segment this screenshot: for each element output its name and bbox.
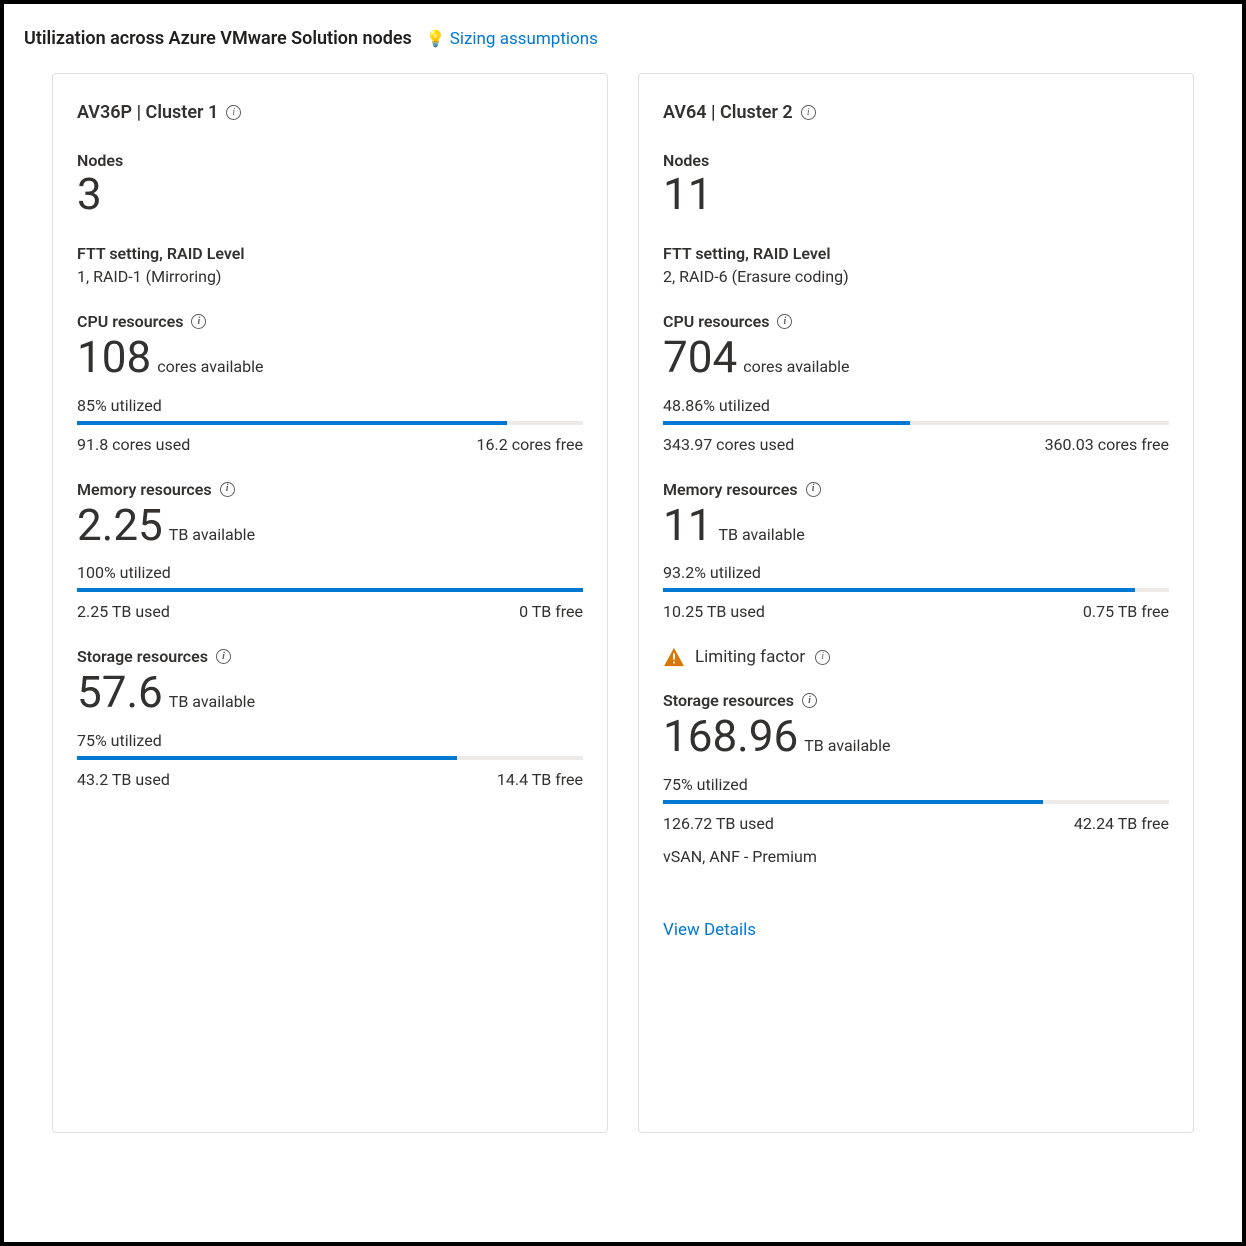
page-header: Utilization across Azure VMware Solution… [24, 28, 1222, 49]
cpu-unit: cores available [157, 357, 263, 376]
cpu-progress-fill [663, 421, 910, 425]
storage-free: 14.4 TB free [497, 770, 583, 789]
cpu-progress-fill [77, 421, 507, 425]
cluster-title: AV64 | Cluster 2 [663, 102, 793, 123]
ftt-value: 2, RAID-6 (Erasure coding) [663, 267, 1169, 286]
memory-free: 0 TB free [519, 602, 583, 621]
storage-progress-bar [663, 800, 1169, 804]
warning-icon [663, 647, 685, 667]
cluster-card-1: AV36P | Cluster 1 i Nodes 3 FTT setting,… [52, 73, 608, 1133]
memory-utilized: 100% utilized [77, 563, 583, 582]
cluster-title: AV36P | Cluster 1 [77, 102, 218, 123]
storage-progress-bar [77, 756, 583, 760]
view-details-link[interactable]: View Details [663, 920, 756, 940]
cpu-utilized: 85% utilized [77, 396, 583, 415]
sizing-assumptions-link[interactable]: Sizing assumptions [450, 29, 598, 49]
cpu-value: 108 [77, 333, 151, 381]
cpu-value: 704 [663, 333, 737, 381]
storage-progress-fill [77, 756, 457, 760]
storage-unit: TB available [804, 736, 890, 755]
info-icon[interactable]: i [226, 105, 241, 120]
limiting-factor-label: Limiting factor [695, 647, 805, 667]
cpu-used: 91.8 cores used [77, 435, 190, 454]
storage-progress-fill [663, 800, 1043, 804]
storage-utilized: 75% utilized [77, 731, 583, 750]
memory-progress-bar [663, 588, 1169, 592]
memory-unit: TB available [718, 525, 804, 544]
ftt-label: FTT setting, RAID Level [77, 244, 583, 263]
page-title: Utilization across Azure VMware Solution… [24, 28, 412, 49]
memory-used: 2.25 TB used [77, 602, 170, 621]
cpu-label: CPU resources [663, 312, 769, 331]
storage-free: 42.24 TB free [1074, 814, 1169, 833]
lightbulb-icon: 💡 [426, 29, 446, 48]
cpu-utilized: 48.86% utilized [663, 396, 1169, 415]
cpu-free: 360.03 cores free [1045, 435, 1169, 454]
memory-label: Memory resources [77, 480, 212, 499]
storage-note: vSAN, ANF - Premium [663, 847, 1169, 866]
info-icon[interactable]: i [191, 314, 206, 329]
storage-value: 57.6 [77, 668, 163, 716]
cpu-label: CPU resources [77, 312, 183, 331]
cpu-unit: cores available [743, 357, 849, 376]
ftt-label: FTT setting, RAID Level [663, 244, 1169, 263]
memory-value: 11 [663, 501, 712, 549]
cluster-card-2: AV64 | Cluster 2 i Nodes 11 FTT setting,… [638, 73, 1194, 1133]
nodes-label: Nodes [663, 151, 1169, 170]
memory-used: 10.25 TB used [663, 602, 765, 621]
info-icon[interactable]: i [220, 482, 235, 497]
info-icon[interactable]: i [806, 482, 821, 497]
memory-value: 2.25 [77, 501, 163, 549]
memory-progress-bar [77, 588, 583, 592]
info-icon[interactable]: i [777, 314, 792, 329]
storage-used: 126.72 TB used [663, 814, 774, 833]
cpu-used: 343.97 cores used [663, 435, 794, 454]
cpu-progress-bar [77, 421, 583, 425]
storage-utilized: 75% utilized [663, 775, 1169, 794]
memory-free: 0.75 TB free [1083, 602, 1169, 621]
storage-value: 168.96 [663, 712, 798, 760]
storage-used: 43.2 TB used [77, 770, 170, 789]
nodes-value: 11 [663, 170, 1169, 218]
cpu-progress-bar [663, 421, 1169, 425]
info-icon[interactable]: i [815, 650, 830, 665]
cpu-free: 16.2 cores free [477, 435, 583, 454]
storage-label: Storage resources [77, 647, 208, 666]
memory-label: Memory resources [663, 480, 798, 499]
memory-utilized: 93.2% utilized [663, 563, 1169, 582]
limiting-factor-row: Limiting factor i [663, 647, 1169, 667]
nodes-label: Nodes [77, 151, 583, 170]
memory-unit: TB available [169, 525, 255, 544]
memory-progress-fill [663, 588, 1135, 592]
info-icon[interactable]: i [802, 693, 817, 708]
storage-unit: TB available [169, 692, 255, 711]
ftt-value: 1, RAID-1 (Mirroring) [77, 267, 583, 286]
info-icon[interactable]: i [801, 105, 816, 120]
nodes-value: 3 [77, 170, 583, 218]
storage-label: Storage resources [663, 691, 794, 710]
memory-progress-fill [77, 588, 583, 592]
info-icon[interactable]: i [216, 649, 231, 664]
